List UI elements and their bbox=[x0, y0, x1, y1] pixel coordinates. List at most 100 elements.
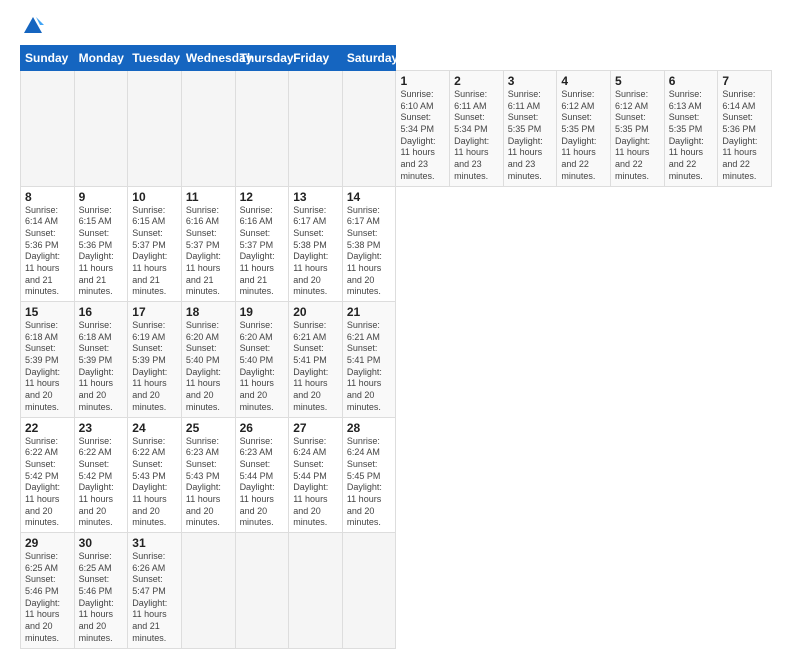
day-number: 22 bbox=[25, 421, 70, 435]
day-number: 27 bbox=[293, 421, 338, 435]
day-info: Sunrise: 6:17 AMSunset: 5:38 PMDaylight:… bbox=[293, 205, 338, 299]
week-row-2: 8Sunrise: 6:14 AMSunset: 5:36 PMDaylight… bbox=[21, 186, 772, 302]
week-row-4: 22Sunrise: 6:22 AMSunset: 5:42 PMDayligh… bbox=[21, 417, 772, 533]
page: SundayMondayTuesdayWednesdayThursdayFrid… bbox=[0, 0, 792, 612]
week-row-5: 29Sunrise: 6:25 AMSunset: 5:46 PMDayligh… bbox=[21, 533, 772, 649]
day-number: 19 bbox=[240, 305, 285, 319]
logo bbox=[20, 15, 44, 37]
calendar-cell bbox=[289, 71, 343, 187]
day-info: Sunrise: 6:20 AMSunset: 5:40 PMDaylight:… bbox=[186, 320, 231, 414]
day-number: 8 bbox=[25, 190, 70, 204]
calendar-cell: 14Sunrise: 6:17 AMSunset: 5:38 PMDayligh… bbox=[342, 186, 396, 302]
day-info: Sunrise: 6:21 AMSunset: 5:41 PMDaylight:… bbox=[293, 320, 338, 414]
day-info: Sunrise: 6:13 AMSunset: 5:35 PMDaylight:… bbox=[669, 89, 714, 183]
calendar-cell: 4Sunrise: 6:12 AMSunset: 5:35 PMDaylight… bbox=[557, 71, 611, 187]
calendar-cell bbox=[128, 71, 182, 187]
day-number: 28 bbox=[347, 421, 392, 435]
calendar-cell: 19Sunrise: 6:20 AMSunset: 5:40 PMDayligh… bbox=[235, 302, 289, 418]
day-number: 31 bbox=[132, 536, 177, 550]
calendar-cell: 28Sunrise: 6:24 AMSunset: 5:45 PMDayligh… bbox=[342, 417, 396, 533]
calendar-cell bbox=[21, 71, 75, 187]
day-number: 6 bbox=[669, 74, 714, 88]
calendar-cell: 8Sunrise: 6:14 AMSunset: 5:36 PMDaylight… bbox=[21, 186, 75, 302]
day-number: 14 bbox=[347, 190, 392, 204]
day-number: 1 bbox=[400, 74, 445, 88]
day-info: Sunrise: 6:16 AMSunset: 5:37 PMDaylight:… bbox=[186, 205, 231, 299]
day-number: 13 bbox=[293, 190, 338, 204]
day-header-friday: Friday bbox=[289, 46, 343, 71]
calendar-cell: 22Sunrise: 6:22 AMSunset: 5:42 PMDayligh… bbox=[21, 417, 75, 533]
day-number: 3 bbox=[508, 74, 553, 88]
calendar-cell: 7Sunrise: 6:14 AMSunset: 5:36 PMDaylight… bbox=[718, 71, 772, 187]
day-number: 30 bbox=[79, 536, 124, 550]
day-info: Sunrise: 6:12 AMSunset: 5:35 PMDaylight:… bbox=[615, 89, 660, 183]
day-info: Sunrise: 6:22 AMSunset: 5:43 PMDaylight:… bbox=[132, 436, 177, 530]
calendar-cell: 23Sunrise: 6:22 AMSunset: 5:42 PMDayligh… bbox=[74, 417, 128, 533]
day-number: 7 bbox=[722, 74, 767, 88]
day-header-tuesday: Tuesday bbox=[128, 46, 182, 71]
calendar-cell: 30Sunrise: 6:25 AMSunset: 5:46 PMDayligh… bbox=[74, 533, 128, 649]
day-info: Sunrise: 6:10 AMSunset: 5:34 PMDaylight:… bbox=[400, 89, 445, 183]
day-info: Sunrise: 6:22 AMSunset: 5:42 PMDaylight:… bbox=[79, 436, 124, 530]
logo-icon bbox=[22, 15, 44, 37]
calendar-cell: 16Sunrise: 6:18 AMSunset: 5:39 PMDayligh… bbox=[74, 302, 128, 418]
day-number: 26 bbox=[240, 421, 285, 435]
calendar-cell: 25Sunrise: 6:23 AMSunset: 5:43 PMDayligh… bbox=[181, 417, 235, 533]
day-number: 9 bbox=[79, 190, 124, 204]
day-info: Sunrise: 6:17 AMSunset: 5:38 PMDaylight:… bbox=[347, 205, 392, 299]
calendar-cell: 3Sunrise: 6:11 AMSunset: 5:35 PMDaylight… bbox=[503, 71, 557, 187]
day-info: Sunrise: 6:11 AMSunset: 5:35 PMDaylight:… bbox=[508, 89, 553, 183]
day-header-saturday: Saturday bbox=[342, 46, 396, 71]
day-info: Sunrise: 6:25 AMSunset: 5:46 PMDaylight:… bbox=[79, 551, 124, 645]
day-info: Sunrise: 6:24 AMSunset: 5:45 PMDaylight:… bbox=[347, 436, 392, 530]
day-number: 16 bbox=[79, 305, 124, 319]
calendar-cell: 2Sunrise: 6:11 AMSunset: 5:34 PMDaylight… bbox=[450, 71, 504, 187]
day-number: 4 bbox=[561, 74, 606, 88]
calendar-cell: 9Sunrise: 6:15 AMSunset: 5:36 PMDaylight… bbox=[74, 186, 128, 302]
calendar-cell: 18Sunrise: 6:20 AMSunset: 5:40 PMDayligh… bbox=[181, 302, 235, 418]
calendar-cell: 13Sunrise: 6:17 AMSunset: 5:38 PMDayligh… bbox=[289, 186, 343, 302]
day-info: Sunrise: 6:12 AMSunset: 5:35 PMDaylight:… bbox=[561, 89, 606, 183]
calendar-cell: 31Sunrise: 6:26 AMSunset: 5:47 PMDayligh… bbox=[128, 533, 182, 649]
calendar-cell: 26Sunrise: 6:23 AMSunset: 5:44 PMDayligh… bbox=[235, 417, 289, 533]
day-info: Sunrise: 6:15 AMSunset: 5:36 PMDaylight:… bbox=[79, 205, 124, 299]
day-info: Sunrise: 6:14 AMSunset: 5:36 PMDaylight:… bbox=[722, 89, 767, 183]
day-number: 17 bbox=[132, 305, 177, 319]
day-number: 25 bbox=[186, 421, 231, 435]
calendar-cell: 1Sunrise: 6:10 AMSunset: 5:34 PMDaylight… bbox=[396, 71, 450, 187]
calendar-cell: 15Sunrise: 6:18 AMSunset: 5:39 PMDayligh… bbox=[21, 302, 75, 418]
day-info: Sunrise: 6:21 AMSunset: 5:41 PMDaylight:… bbox=[347, 320, 392, 414]
day-info: Sunrise: 6:23 AMSunset: 5:44 PMDaylight:… bbox=[240, 436, 285, 530]
week-row-3: 15Sunrise: 6:18 AMSunset: 5:39 PMDayligh… bbox=[21, 302, 772, 418]
calendar-cell bbox=[289, 533, 343, 649]
day-info: Sunrise: 6:26 AMSunset: 5:47 PMDaylight:… bbox=[132, 551, 177, 645]
header bbox=[20, 15, 772, 37]
day-info: Sunrise: 6:18 AMSunset: 5:39 PMDaylight:… bbox=[79, 320, 124, 414]
day-number: 12 bbox=[240, 190, 285, 204]
calendar-cell: 5Sunrise: 6:12 AMSunset: 5:35 PMDaylight… bbox=[611, 71, 665, 187]
day-info: Sunrise: 6:11 AMSunset: 5:34 PMDaylight:… bbox=[454, 89, 499, 183]
calendar-cell: 24Sunrise: 6:22 AMSunset: 5:43 PMDayligh… bbox=[128, 417, 182, 533]
day-info: Sunrise: 6:18 AMSunset: 5:39 PMDaylight:… bbox=[25, 320, 70, 414]
calendar-cell: 29Sunrise: 6:25 AMSunset: 5:46 PMDayligh… bbox=[21, 533, 75, 649]
week-row-1: 1Sunrise: 6:10 AMSunset: 5:34 PMDaylight… bbox=[21, 71, 772, 187]
calendar-cell bbox=[342, 71, 396, 187]
calendar-cell: 12Sunrise: 6:16 AMSunset: 5:37 PMDayligh… bbox=[235, 186, 289, 302]
day-info: Sunrise: 6:23 AMSunset: 5:43 PMDaylight:… bbox=[186, 436, 231, 530]
day-number: 20 bbox=[293, 305, 338, 319]
calendar-cell: 17Sunrise: 6:19 AMSunset: 5:39 PMDayligh… bbox=[128, 302, 182, 418]
day-info: Sunrise: 6:22 AMSunset: 5:42 PMDaylight:… bbox=[25, 436, 70, 530]
day-header-thursday: Thursday bbox=[235, 46, 289, 71]
day-info: Sunrise: 6:20 AMSunset: 5:40 PMDaylight:… bbox=[240, 320, 285, 414]
day-info: Sunrise: 6:16 AMSunset: 5:37 PMDaylight:… bbox=[240, 205, 285, 299]
calendar-cell: 6Sunrise: 6:13 AMSunset: 5:35 PMDaylight… bbox=[664, 71, 718, 187]
calendar-cell bbox=[181, 533, 235, 649]
day-header-monday: Monday bbox=[74, 46, 128, 71]
day-info: Sunrise: 6:19 AMSunset: 5:39 PMDaylight:… bbox=[132, 320, 177, 414]
calendar-cell: 20Sunrise: 6:21 AMSunset: 5:41 PMDayligh… bbox=[289, 302, 343, 418]
calendar-cell bbox=[342, 533, 396, 649]
calendar-cell: 10Sunrise: 6:15 AMSunset: 5:37 PMDayligh… bbox=[128, 186, 182, 302]
calendar-cell bbox=[235, 533, 289, 649]
calendar-cell bbox=[181, 71, 235, 187]
calendar-cell bbox=[74, 71, 128, 187]
